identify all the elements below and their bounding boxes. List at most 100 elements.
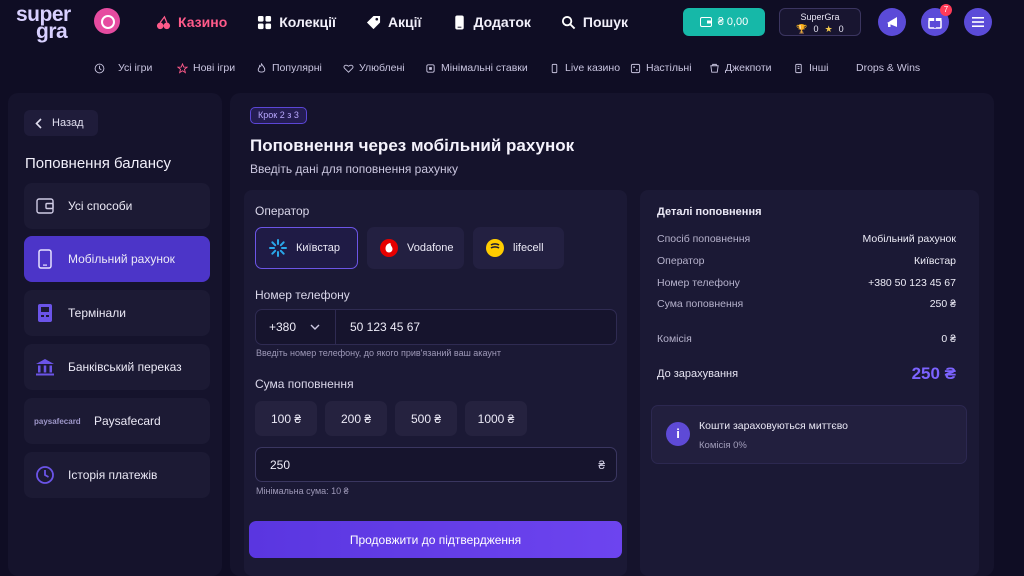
amount-preset-1000[interactable]: 1000 ₴ — [465, 401, 527, 436]
operator-label-text: Київстар — [296, 242, 340, 254]
details-title: Деталі поповнення — [657, 206, 762, 218]
nav-label: Колекції — [279, 14, 336, 30]
phone-input[interactable]: 50 123 45 67 — [350, 320, 420, 334]
nav-label: Додаток — [473, 14, 531, 30]
detail-value: 250 ₴ — [929, 298, 956, 310]
grid-icon — [258, 15, 272, 29]
total-row: До зарахування 250 ₴ — [657, 364, 956, 384]
info-box: i Кошти зараховуються миттєво Комісія 0% — [651, 405, 967, 464]
back-label: Назад — [52, 117, 84, 129]
detail-key: Комісія — [657, 333, 692, 345]
nav-search[interactable]: Пошук — [561, 14, 628, 30]
chevron-left-icon — [35, 117, 42, 129]
star-icon — [177, 62, 188, 74]
category-popular[interactable]: Популярні — [256, 62, 322, 74]
wallet-icon — [699, 17, 712, 27]
sidebar-item-all-methods[interactable]: Усі способи — [24, 183, 210, 229]
detail-key: Спосіб поповнення — [657, 233, 751, 245]
history-icon — [34, 464, 56, 486]
operator-lifecell[interactable]: lifecell — [473, 227, 564, 269]
sidebar-item-label: Термінали — [68, 306, 126, 320]
menu-button[interactable] — [964, 8, 992, 36]
bank-icon — [34, 356, 56, 378]
amount-preset-200[interactable]: 200 ₴ — [325, 401, 387, 436]
jackpot-icon — [710, 63, 719, 73]
category-new-games[interactable]: Нові ігри — [177, 62, 235, 74]
vodafone-logo-icon — [380, 239, 398, 257]
chevron-down-icon — [310, 324, 320, 330]
loyalty-title: SuperGra — [800, 12, 840, 22]
category-live-casino[interactable]: Live казино — [549, 62, 620, 74]
nav-promotions[interactable]: Акції — [366, 14, 422, 30]
back-button[interactable]: Назад — [24, 110, 98, 136]
live-icon — [551, 63, 558, 73]
detail-key: Сума поповнення — [657, 298, 744, 310]
logo[interactable]: super gra — [16, 3, 126, 43]
wallet-icon — [34, 195, 56, 217]
detail-value: 0 ₴ — [941, 333, 956, 345]
sidebar-item-history[interactable]: Історія платежів — [24, 452, 210, 498]
notifications-button[interactable] — [878, 8, 906, 36]
operator-kyivstar[interactable]: Київстар — [255, 227, 358, 269]
sidebar-item-terminals[interactable]: Термінали — [24, 290, 210, 336]
category-jackpots[interactable]: Джекпоти — [709, 62, 772, 74]
coin-icon — [426, 63, 435, 73]
category-other[interactable]: Інші — [793, 62, 828, 74]
terminal-icon — [34, 302, 56, 324]
deposit-details: Деталі поповнення Спосіб поповнення Мобі… — [640, 190, 979, 576]
amount-input[interactable]: 250 ₴ — [255, 447, 617, 482]
detail-row: Оператор Київстар — [657, 255, 956, 267]
heart-icon — [343, 64, 354, 73]
balance-button[interactable]: ₴ 0,00 — [683, 8, 765, 36]
amount-preset-500[interactable]: 500 ₴ — [395, 401, 457, 436]
cherry-icon — [156, 15, 171, 29]
sidebar-item-mobile[interactable]: Мобільний рахунок — [24, 236, 210, 282]
detail-row: Сума поповнення 250 ₴ — [657, 298, 956, 310]
category-label: Нові ігри — [193, 62, 236, 74]
main-panel: Крок 2 з 3 Поповнення через мобільний ра… — [230, 93, 994, 576]
table-icon — [630, 63, 641, 73]
country-code-select[interactable]: +380 — [256, 310, 336, 344]
deposit-form: Оператор Київстар Vodafone lifecell Номе… — [244, 190, 627, 576]
kyivstar-logo-icon — [269, 239, 287, 257]
info-title: Кошти зараховуються миттєво — [699, 420, 849, 432]
nav-collections[interactable]: Колекції — [257, 14, 336, 30]
category-all-games[interactable]: Усі ігри — [94, 62, 152, 74]
loyalty-box[interactable]: SuperGra 🏆 0 ★ 0 — [779, 8, 861, 36]
info-icon: i — [666, 422, 690, 446]
other-icon — [795, 63, 802, 73]
category-label: Інші — [809, 62, 829, 74]
sidebar-item-label: Банківський переказ — [68, 360, 182, 374]
nav-label: Казино — [178, 14, 228, 30]
min-amount-hint: Мінімальна сума: 10 ₴ — [256, 486, 349, 496]
sidebar-title: Поповнення балансу — [25, 155, 172, 172]
tag-icon — [366, 15, 380, 29]
nav-app[interactable]: Додаток — [452, 14, 531, 30]
commission-row: Комісія 0 ₴ — [657, 333, 956, 345]
category-table[interactable]: Настільні — [630, 62, 692, 74]
amount-preset-100[interactable]: 100 ₴ — [255, 401, 317, 436]
phone-field: +380 50 123 45 67 — [255, 309, 617, 345]
category-label: Усі ігри — [118, 62, 153, 74]
sidebar-item-bank-transfer[interactable]: Банківський переказ — [24, 344, 210, 390]
category-favorites[interactable]: Улюблені — [343, 62, 405, 74]
mobile-icon — [34, 248, 56, 270]
star-icon: ★ — [824, 24, 833, 34]
nav-casino[interactable]: Казино — [156, 14, 227, 30]
operator-vodafone[interactable]: Vodafone — [367, 227, 464, 269]
logo-ball-icon — [94, 8, 120, 34]
category-label: Мінімальні ставки — [441, 62, 528, 74]
continue-button[interactable]: Продовжити до підтвердження — [249, 521, 622, 558]
logo-text-2: gra — [36, 20, 68, 43]
search-icon — [561, 15, 576, 29]
detail-row: Спосіб поповнення Мобільний рахунок — [657, 233, 956, 245]
top-header: super gra Казино Колекції Акції Додаток … — [0, 0, 1024, 44]
category-min-bets[interactable]: Мінімальні ставки — [425, 62, 528, 74]
detail-key: Номер телефону — [657, 277, 740, 289]
total-value: 250 ₴ — [911, 364, 956, 383]
sidebar-item-paysafecard[interactable]: paysafecard Paysafecard — [24, 398, 210, 444]
page-subtitle: Введіть дані для поповнення рахунку — [250, 162, 459, 176]
category-drops-wins[interactable]: Drops & Wins — [856, 62, 920, 74]
amount-value: 250 — [270, 458, 291, 472]
currency-sign: ₴ — [598, 458, 605, 472]
